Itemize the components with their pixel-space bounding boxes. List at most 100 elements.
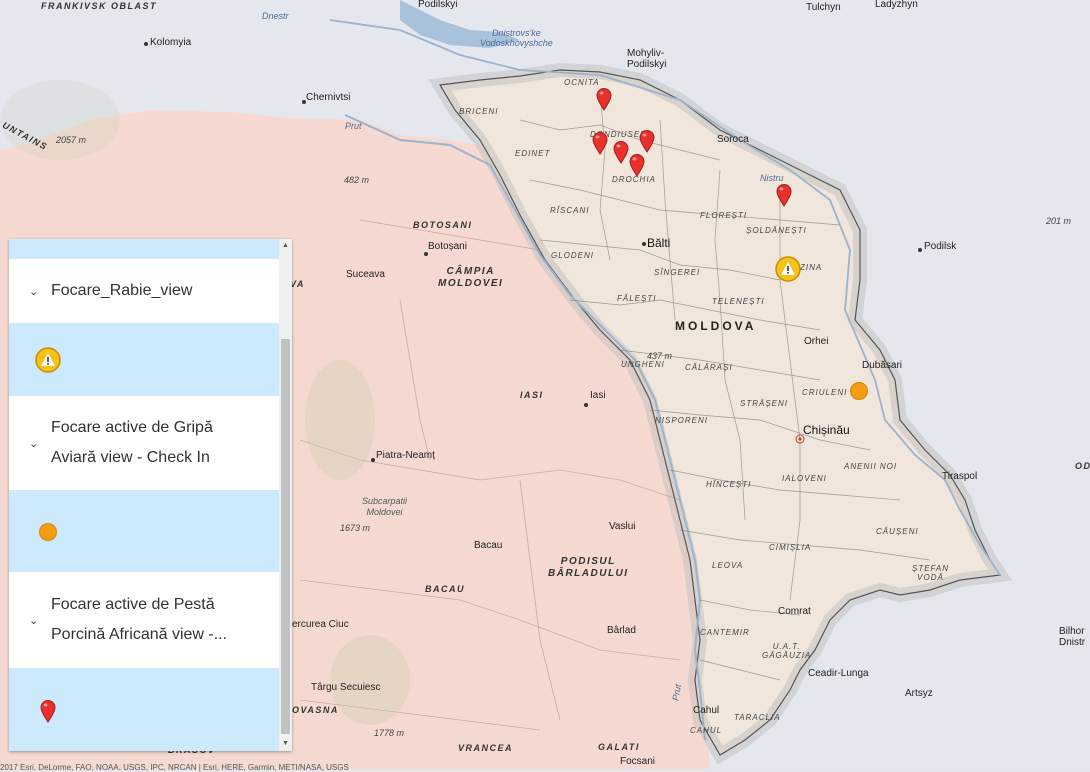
city-bilhorod: Bilhor Dnistr <box>1059 626 1086 648</box>
red-pin-icon[interactable] <box>775 183 793 207</box>
district-telenesti: TELENEȘTI <box>712 297 765 306</box>
district-drochia: DROCHIA <box>612 175 656 184</box>
region-bacau: BACAU <box>425 584 465 594</box>
red-pin-icon[interactable] <box>591 131 609 155</box>
city-ladyzhyn: Ladyzhyn <box>875 0 918 10</box>
chevron-down-icon[interactable]: ⌄ <box>29 437 41 450</box>
warning-triangle-icon[interactable] <box>775 256 801 282</box>
region-covasna: OVASNA <box>292 705 339 715</box>
city-tulchyn: Tulchyn <box>806 2 841 13</box>
city-dot <box>424 252 428 256</box>
chevron-down-icon[interactable]: ⌄ <box>29 614 41 627</box>
map-attribution: 2017 Esri, DeLorme, FAO, NOAA, USGS, IPC… <box>0 763 349 772</box>
region-botosani: BOTOSANI <box>413 220 473 230</box>
river-nistru-label: Nistru <box>760 173 784 183</box>
city-suceava: Suceava <box>346 269 385 280</box>
red-pin-icon <box>40 700 56 723</box>
district-ialoveni: IALOVENI <box>782 474 827 483</box>
region-od: OD <box>1075 461 1090 471</box>
district-leova: LEOVA <box>712 561 744 570</box>
legend-symbol-row-partial <box>9 239 279 259</box>
district-straseni: STRĂȘENI <box>740 399 789 408</box>
city-podilsk: Podilsk <box>924 241 957 252</box>
legend-layer-rabie[interactable]: ⌄ Focare_Rabie_view <box>9 259 279 323</box>
elevation-201: 201 m <box>1046 216 1072 226</box>
legend-panel: ⌄ Focare_Rabie_view ⌄ Focare active de G… <box>9 239 292 751</box>
city-dot <box>144 42 148 46</box>
orange-circle-icon <box>39 523 57 541</box>
legend-symbol-row <box>9 668 279 751</box>
city-chernivtsi: Chernivtsi <box>306 92 351 103</box>
city-focsani: Focsani <box>620 756 656 767</box>
city-orhei: Orhei <box>804 336 829 347</box>
district-ungheni: UNGHENI <box>621 360 665 369</box>
city-podilskyi-top: Podilskyi <box>418 0 458 10</box>
scroll-thumb[interactable] <box>281 339 290 734</box>
scroll-up-arrow-icon[interactable]: ▲ <box>281 241 290 251</box>
warning-triangle-icon <box>35 347 61 373</box>
district-cahul: CAHUL <box>690 726 723 735</box>
city-mohyliv: Mohyliv- Podilskyi <box>627 48 667 70</box>
district-falesti: FĂLEȘTI <box>617 294 657 303</box>
legend-symbol-row <box>9 490 279 572</box>
red-pin-icon[interactable] <box>628 153 646 177</box>
district-briceni: BRICENI <box>459 107 499 116</box>
city-artsyz: Artsyz <box>905 688 933 699</box>
city-dot <box>642 242 646 246</box>
district-cimislia: CIMIȘLIA <box>769 543 812 552</box>
city-soroca: Soroca <box>717 134 749 145</box>
legend-layer-gripa[interactable]: ⌄ Focare active de Gripă Aviară view - Ch… <box>9 396 279 490</box>
city-piatra-neamt: Piatra-Neamț <box>376 450 435 461</box>
district-calarasi: CĂLĂRAȘI <box>685 363 733 372</box>
city-botosani: Botoșani <box>428 241 467 252</box>
city-balti: Bălti <box>647 236 671 250</box>
city-barlad: Bârlad <box>607 625 636 636</box>
district-edinet: EDINET <box>515 149 551 158</box>
legend-layer-title: Focare active de Pestă Porcină Africană v… <box>51 596 228 643</box>
elevation-2057: 2057 m <box>56 135 87 145</box>
district-ocnita: OCNITA <box>564 78 600 87</box>
elevation-1673: 1673 m <box>340 523 371 533</box>
district-rezina: ZINA <box>800 263 823 272</box>
river-prut-north: Prut <box>345 121 362 131</box>
district-anenii-noi: ANENII NOI <box>844 462 898 471</box>
district-riscani: RÎSCANI <box>550 206 590 215</box>
legend-list: ⌄ Focare_Rabie_view ⌄ Focare active de G… <box>9 239 279 751</box>
red-pin-icon[interactable] <box>638 129 656 153</box>
red-pin-icon[interactable] <box>595 87 613 111</box>
city-comrat: Comrat <box>778 606 811 617</box>
district-floresti: FLOREȘTI <box>700 211 748 220</box>
region-vrancea: VRANCEA <box>458 743 514 753</box>
legend-layer-title: Focare_Rabie_view <box>51 282 193 299</box>
relief-podisul: PODISUL BÂRLADULUI <box>548 556 629 579</box>
district-soldanesti: ȘOLDĂNEȘTI <box>746 226 807 235</box>
district-utag: U.A.T. GĂGĂUZIA <box>762 642 812 660</box>
chevron-down-icon[interactable]: ⌄ <box>29 285 41 298</box>
reservoir-label: Dnistrovs'ke Vodoskhovyshche <box>480 28 553 48</box>
city-dubasari: Dubăsari <box>862 360 903 371</box>
relief-campia: CÂMPIA MOLDOVEI <box>438 266 504 289</box>
legend-layer-title: Focare active de Gripă Aviară view - Chec… <box>51 419 213 466</box>
city-dot <box>918 248 922 252</box>
district-glodeni: GLODENI <box>551 251 595 260</box>
district-cantemir: CANTEMIR <box>700 628 750 637</box>
city-targu-secuiesc: Târgu Secuiesc <box>311 682 381 693</box>
region-galati: GALATI <box>598 742 640 752</box>
city-bacau: Bacau <box>474 540 503 551</box>
river-dnestr-label: Dnestr <box>262 11 289 21</box>
legend-layer-pesta[interactable]: ⌄ Focare active de Pestă Porcină Africană… <box>9 572 279 668</box>
scroll-down-arrow-icon[interactable]: ▼ <box>281 739 290 749</box>
district-nisporeni: NISPORENI <box>655 416 709 425</box>
district-singerei: SÎNGEREI <box>654 268 701 277</box>
district-causeni: CĂUȘENI <box>876 527 919 536</box>
city-dot <box>371 458 375 462</box>
legend-scrollbar[interactable]: ▲ ▼ <box>279 239 292 751</box>
orange-circle-icon[interactable] <box>850 382 868 400</box>
city-ceadir-lunga: Ceadir-Lunga <box>808 668 869 679</box>
city-vaslui: Vaslui <box>609 521 636 532</box>
region-va: VA <box>290 279 305 289</box>
city-iasi: Iasi <box>590 390 606 401</box>
city-chisinau: Chișinău <box>803 423 850 437</box>
relief-subcarpatii: Subcarpatii Moldovei <box>362 496 408 517</box>
district-criuleni: CRIULENI <box>802 388 848 397</box>
